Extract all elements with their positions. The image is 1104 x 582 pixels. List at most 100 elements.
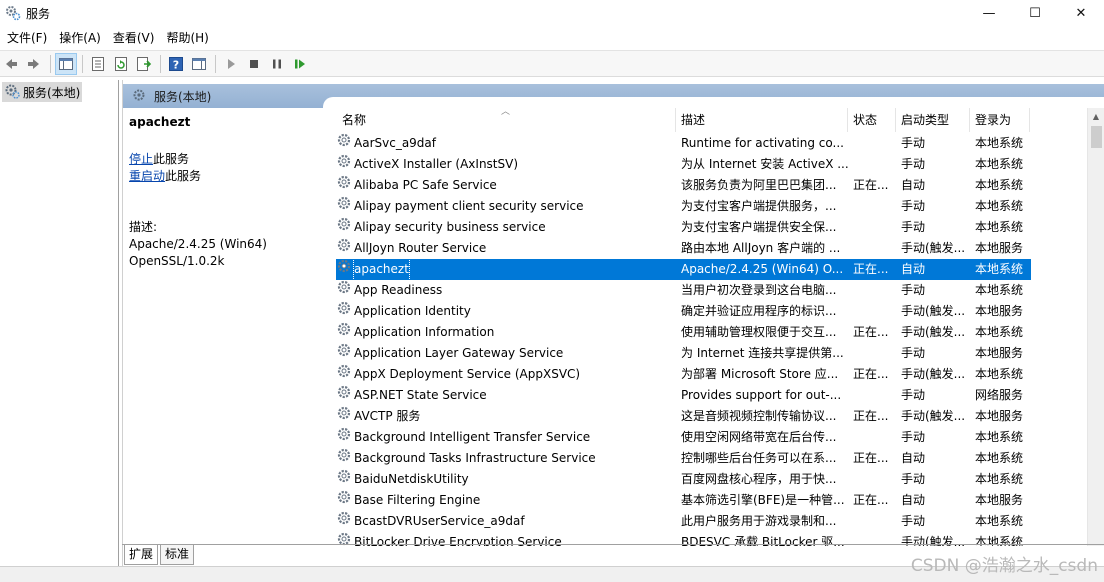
service-name-cell: BaiduNetdiskUtility xyxy=(336,469,676,490)
scrollbar-thumb[interactable] xyxy=(1091,126,1102,148)
service-status xyxy=(848,154,896,175)
service-row[interactable]: Application Layer Gateway Service 为 Inter… xyxy=(336,343,1031,364)
refresh-icon[interactable] xyxy=(110,53,132,75)
column-header-status[interactable]: 状态 xyxy=(848,108,896,132)
service-row[interactable]: Alibaba PC Safe Service 该服务负责为阿里巴巴集团... 正在… xyxy=(336,175,1031,196)
service-name-cell: Application Information xyxy=(336,322,676,343)
column-header-logon-as[interactable]: 登录为 xyxy=(970,108,1030,132)
service-name-cell: apachezt xyxy=(336,259,676,280)
stop-service-link[interactable]: 停止 xyxy=(129,152,153,166)
minimize-button[interactable]: — xyxy=(966,0,1012,26)
tree-item-label: 服务(本地) xyxy=(23,85,81,100)
help-icon[interactable]: ? xyxy=(165,53,187,75)
column-header-startup-type[interactable]: 启动类型 xyxy=(896,108,970,132)
service-name: Base Filtering Engine xyxy=(354,493,481,507)
tree-item-services-local[interactable]: 服务(本地) xyxy=(2,82,82,102)
service-row[interactable]: AllJoyn Router Service 路由本地 AllJoyn 客户端的 … xyxy=(336,238,1031,259)
service-name: AarSvc_a9daf xyxy=(354,136,436,150)
service-status: 正在... xyxy=(853,178,889,192)
service-logon-as: 本地服务 xyxy=(975,493,1024,507)
service-row[interactable]: Base Filtering Engine 基本筛选引擎(BFE)是一种管... 正… xyxy=(336,490,1031,511)
service-gear-icon xyxy=(336,301,354,322)
service-logon-as: 本地服务 xyxy=(975,241,1024,255)
service-row[interactable]: AVCTP 服务 这是音频视频控制传输协议... 正在... 手动(触发... 本地服务 xyxy=(336,406,1031,427)
maximize-button[interactable]: ☐ xyxy=(1012,0,1058,26)
services-gear-icon xyxy=(4,83,20,102)
service-name-cell: AllJoyn Router Service xyxy=(336,238,676,259)
service-row[interactable]: AppX Deployment Service (AppXSVC) 为部署 Mic… xyxy=(336,364,1031,385)
service-startup-type: 自动 xyxy=(901,178,926,192)
service-description: 为部署 Microsoft Store 应... xyxy=(681,367,839,381)
service-description: Provides support for out-... xyxy=(681,388,842,402)
start-service-icon[interactable] xyxy=(220,53,242,75)
service-description: 百度网盘核心程序，用于快... xyxy=(681,472,837,486)
vertical-scrollbar[interactable]: ▲ xyxy=(1087,108,1104,546)
console-tree-icon[interactable] xyxy=(55,52,77,75)
service-description: 为从 Internet 安装 ActiveX ... xyxy=(681,157,848,171)
column-header-description[interactable]: 描述 xyxy=(676,108,848,132)
back-arrow-icon[interactable] xyxy=(0,53,22,75)
service-description: 确定并验证应用程序的标识... xyxy=(681,304,837,318)
service-description: 此用户服务用于游戏录制和... xyxy=(681,514,837,528)
properties-icon[interactable] xyxy=(87,53,109,75)
menu-file[interactable]: 文件(F) xyxy=(0,27,53,49)
service-row[interactable]: App Readiness 当用户初次登录到这台电脑... 手动 本地系统 xyxy=(336,280,1031,301)
service-row[interactable]: Background Tasks Infrastructure Service 控… xyxy=(336,448,1031,469)
menu-help[interactable]: 帮助(H) xyxy=(160,27,214,49)
service-description: 使用空闲网络带宽在后台传... xyxy=(681,430,837,444)
service-status: 正在... xyxy=(853,367,889,381)
service-row[interactable]: apachezt Apache/2.4.25 (Win64) O... 正在... 自… xyxy=(336,259,1031,280)
toolbar-separator xyxy=(50,54,51,73)
stop-action: 停止此服务 xyxy=(129,151,322,168)
tab-extended[interactable]: 扩展 xyxy=(124,545,159,565)
service-startup-type: 手动 xyxy=(901,346,926,360)
service-row[interactable]: BaiduNetdiskUtility 百度网盘核心程序，用于快... 手动 本地系统 xyxy=(336,469,1031,490)
service-name: BcastDVRUserService_a9daf xyxy=(354,514,525,528)
service-status: 正在... xyxy=(853,262,889,276)
service-logon-as: 本地系统 xyxy=(975,136,1024,150)
service-name-cell: Alipay security business service xyxy=(336,217,676,238)
list-header: ︿ 名称 描述 状态 启动类型 登录为 xyxy=(336,108,1031,132)
service-gear-icon xyxy=(336,238,354,259)
service-row[interactable]: BcastDVRUserService_a9daf 此用户服务用于游戏录制和...… xyxy=(336,511,1031,532)
service-row[interactable]: Application Identity 确定并验证应用程序的标识... 手动(触发… xyxy=(336,301,1031,322)
restart-service-icon[interactable] xyxy=(289,53,311,75)
tab-standard[interactable]: 标准 xyxy=(160,545,195,565)
service-gear-icon xyxy=(336,364,354,385)
service-name-cell: Application Layer Gateway Service xyxy=(336,343,676,364)
service-row[interactable]: ActiveX Installer (AxInstSV) 为从 Internet … xyxy=(336,154,1031,175)
menu-action[interactable]: 操作(A) xyxy=(53,27,107,49)
service-row[interactable]: AarSvc_a9daf Runtime for activating co...… xyxy=(336,133,1031,154)
service-name: ActiveX Installer (AxInstSV) xyxy=(354,157,519,171)
close-button[interactable]: ✕ xyxy=(1058,0,1104,26)
show-hide-pane-icon[interactable] xyxy=(188,53,210,75)
service-row[interactable]: Alipay security business service 为支付宝客户端提… xyxy=(336,217,1031,238)
description-panel: apachezt 停止此服务 重启动此服务 描述: Apache/2.4.25 … xyxy=(123,108,328,546)
service-row[interactable]: Alipay payment client security service 为支… xyxy=(336,196,1031,217)
service-row[interactable]: ASP.NET State Service Provides support fo… xyxy=(336,385,1031,406)
service-row[interactable]: Application Information 使用辅助管理权限便于交互... 正在… xyxy=(336,322,1031,343)
pause-service-icon[interactable] xyxy=(266,53,288,75)
menu-view[interactable]: 查看(V) xyxy=(107,27,161,49)
service-status xyxy=(848,280,896,301)
restart-service-link[interactable]: 重启动 xyxy=(129,169,165,183)
stop-service-icon[interactable] xyxy=(243,53,265,75)
service-row[interactable]: Background Intelligent Transfer Service 使… xyxy=(336,427,1031,448)
service-startup-type: 手动(触发... xyxy=(901,409,966,423)
export-list-icon[interactable] xyxy=(133,53,155,75)
service-status: 正在... xyxy=(853,451,889,465)
forward-arrow-icon[interactable] xyxy=(23,53,45,75)
service-startup-type: 自动 xyxy=(901,451,926,465)
service-description: 基本筛选引擎(BFE)是一种管... xyxy=(681,493,845,507)
service-gear-icon xyxy=(336,259,354,280)
service-description: Runtime for activating co... xyxy=(681,136,844,150)
scroll-up-arrow-icon[interactable]: ▲ xyxy=(1088,108,1104,125)
service-name: AppX Deployment Service (AppXSVC) xyxy=(354,367,581,381)
service-gear-icon xyxy=(336,511,354,532)
service-logon-as: 本地系统 xyxy=(975,430,1024,444)
service-name: apachezt xyxy=(353,259,410,280)
column-header-name[interactable]: ︿ 名称 xyxy=(336,108,676,132)
service-name: Background Intelligent Transfer Service xyxy=(354,430,591,444)
service-status xyxy=(848,133,896,154)
service-status xyxy=(848,469,896,490)
